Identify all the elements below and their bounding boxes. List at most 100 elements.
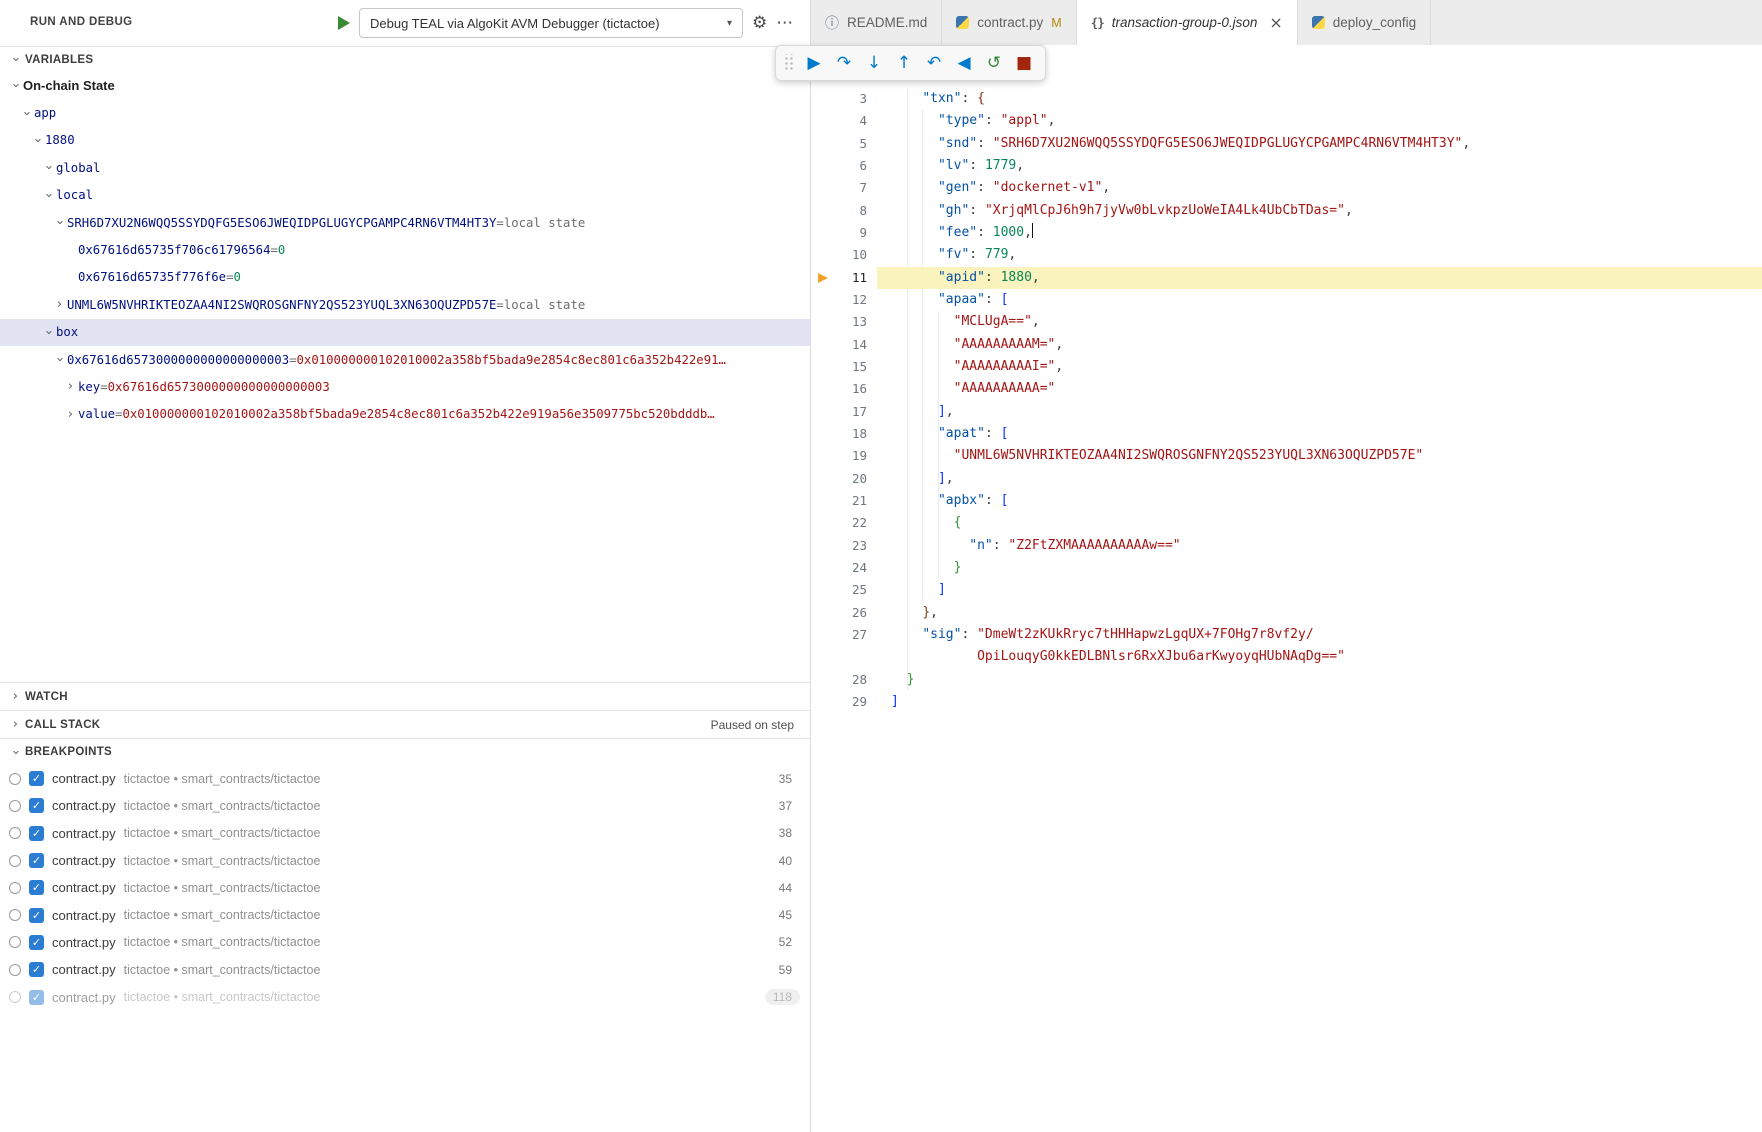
chevron-down-icon[interactable]: › bbox=[8, 78, 23, 93]
line-number-gutter[interactable]: 18 bbox=[811, 423, 867, 445]
code-line[interactable]: 23 "n": "Z2FtZXMAAAAAAAAAAw==" bbox=[811, 535, 1762, 557]
line-number-gutter[interactable]: 27 bbox=[811, 624, 867, 646]
line-number-gutter[interactable]: 13 bbox=[811, 311, 867, 333]
code-line[interactable]: 14 "AAAAAAAAAM=", bbox=[811, 334, 1762, 356]
code-line[interactable]: 18 "apat": [ bbox=[811, 423, 1762, 445]
debug-config-dropdown[interactable]: Debug TEAL via AlgoKit AVM Debugger (tic… bbox=[359, 8, 743, 38]
step-into-button[interactable]: ↓ bbox=[860, 49, 888, 77]
code-line[interactable]: 13 "MCLUgA==", bbox=[811, 311, 1762, 333]
code-line[interactable]: 26 }, bbox=[811, 602, 1762, 624]
call-stack-section-header[interactable]: › CALL STACK Paused on step bbox=[0, 710, 810, 738]
more-actions-icon[interactable]: ⋯ bbox=[776, 13, 794, 33]
line-number-gutter[interactable]: 14 bbox=[811, 334, 867, 356]
variables-tree-item[interactable]: ›0x67616d6573000000000000000003 = 0x0100… bbox=[0, 346, 810, 373]
line-number-gutter[interactable]: 6 bbox=[811, 155, 867, 177]
variables-tree-item[interactable]: ›1880 bbox=[0, 127, 810, 154]
step-over-button[interactable]: ↷ bbox=[830, 49, 858, 77]
variables-tree-item[interactable]: ›box bbox=[0, 319, 810, 346]
breakpoint-checkbox[interactable]: ✓ bbox=[29, 908, 44, 923]
variables-tree-item[interactable]: ›value = 0x010000000102010002a358bf5bada… bbox=[0, 401, 810, 428]
chevron-down-icon[interactable]: › bbox=[41, 325, 56, 340]
drag-handle[interactable] bbox=[783, 54, 795, 72]
breakpoint-row[interactable]: ✓contract.pytictactoe • smart_contracts/… bbox=[0, 929, 810, 956]
variables-section-header[interactable]: › VARIABLES bbox=[0, 46, 810, 72]
variables-tree-item[interactable]: ›key = 0x67616d6573000000000000000003 bbox=[0, 373, 810, 400]
variables-tree-item[interactable]: ›SRH6D7XU2N6WQQ5SSYDQFG5ESO6JWEQIDPGLUGY… bbox=[0, 209, 810, 236]
breakpoint-row[interactable]: ✓contract.pytictactoe • smart_contracts/… bbox=[0, 901, 810, 928]
tab-contract-py[interactable]: contract.pyM bbox=[942, 0, 1076, 45]
line-number-gutter[interactable]: 19 bbox=[811, 445, 867, 467]
line-number-gutter[interactable]: 23 bbox=[811, 535, 867, 557]
breakpoint-checkbox[interactable]: ✓ bbox=[29, 935, 44, 950]
step-back-button[interactable]: ↶ bbox=[920, 49, 948, 77]
close-icon[interactable]: × bbox=[1269, 13, 1282, 32]
breakpoints-section-header[interactable]: › BREAKPOINTS bbox=[0, 738, 810, 765]
code-line[interactable]: 12 "apaa": [ bbox=[811, 289, 1762, 311]
breakpoint-checkbox[interactable]: ✓ bbox=[29, 826, 44, 841]
reverse-continue-button[interactable]: ◀ bbox=[950, 49, 978, 77]
code-line[interactable]: 20 ], bbox=[811, 468, 1762, 490]
breakpoint-checkbox[interactable]: ✓ bbox=[29, 771, 44, 786]
code-line[interactable]: 9 "fee": 1000, bbox=[811, 222, 1762, 244]
code-line[interactable]: 22 { bbox=[811, 512, 1762, 534]
code-line[interactable]: 21 "apbx": [ bbox=[811, 490, 1762, 512]
tab-deploy-config[interactable]: deploy_config bbox=[1298, 0, 1431, 45]
breakpoint-checkbox[interactable]: ✓ bbox=[29, 962, 44, 977]
line-number-gutter[interactable]: 25 bbox=[811, 579, 867, 601]
code-line[interactable]: 16 "AAAAAAAAAA=" bbox=[811, 378, 1762, 400]
tab-readme-md[interactable]: ⓘREADME.md bbox=[811, 0, 942, 45]
chevron-right-icon[interactable]: › bbox=[52, 297, 67, 312]
breakpoint-row[interactable]: ✓contract.pytictactoe • smart_contracts/… bbox=[0, 847, 810, 874]
chevron-down-icon[interactable]: › bbox=[52, 352, 67, 367]
breakpoint-row[interactable]: ✓contract.pytictactoe • smart_contracts/… bbox=[0, 820, 810, 847]
code-line[interactable]: 28 } bbox=[811, 669, 1762, 691]
variables-tree-item[interactable]: ›0x67616d65735f776f6e = 0 bbox=[0, 264, 810, 291]
variables-tree-item[interactable]: ›local bbox=[0, 182, 810, 209]
breakpoint-row[interactable]: ✓contract.pytictactoe • smart_contracts/… bbox=[0, 874, 810, 901]
line-number-gutter[interactable]: 12 bbox=[811, 289, 867, 311]
code-line[interactable]: OpiLouqyG0kkEDLBNlsr6RxXJbu6arKwyoyqHUbN… bbox=[811, 646, 1762, 668]
line-number-gutter[interactable]: 17 bbox=[811, 401, 867, 423]
code-line[interactable]: 19 "UNML6W5NVHRIKTEOZAA4NI2SWQROSGNFNY2Q… bbox=[811, 445, 1762, 467]
line-number-gutter[interactable]: 29 bbox=[811, 691, 867, 713]
breakpoint-row[interactable]: ✓contract.pytictactoe • smart_contracts/… bbox=[0, 983, 810, 1010]
line-number-gutter[interactable]: 26 bbox=[811, 602, 867, 624]
chevron-right-icon[interactable]: › bbox=[63, 407, 78, 422]
line-number-gutter[interactable]: 5 bbox=[811, 133, 867, 155]
line-number-gutter[interactable]: 20 bbox=[811, 468, 867, 490]
code-line[interactable]: 5 "snd": "SRH6D7XU2N6WQQ5SSYDQFG5ESO6JWE… bbox=[811, 133, 1762, 155]
tab-transaction-group-0-json[interactable]: {}transaction-group-0.json× bbox=[1077, 0, 1298, 45]
code-line[interactable]: 29] bbox=[811, 691, 1762, 713]
line-number-gutter[interactable]: 15 bbox=[811, 356, 867, 378]
breakpoint-checkbox[interactable]: ✓ bbox=[29, 853, 44, 868]
variables-tree-item[interactable]: ›UNML6W5NVHRIKTEOZAA4NI2SWQROSGNFNY2QS52… bbox=[0, 291, 810, 318]
breakpoint-checkbox[interactable]: ✓ bbox=[29, 880, 44, 895]
line-number-gutter[interactable]: 21 bbox=[811, 490, 867, 512]
chevron-right-icon[interactable]: › bbox=[63, 379, 78, 394]
line-number-gutter[interactable]: 16 bbox=[811, 378, 867, 400]
watch-section-header[interactable]: › WATCH bbox=[0, 682, 810, 710]
chevron-down-icon[interactable]: › bbox=[30, 133, 45, 148]
code-line[interactable]: 25 ] bbox=[811, 579, 1762, 601]
variables-tree-item[interactable]: ›0x67616d65735f706c61796564 = 0 bbox=[0, 236, 810, 263]
line-number-gutter[interactable]: 10 bbox=[811, 244, 867, 266]
code-line[interactable]: 3 "txn": { bbox=[811, 88, 1762, 110]
chevron-down-icon[interactable]: › bbox=[19, 106, 34, 121]
breakpoint-checkbox[interactable]: ✓ bbox=[29, 798, 44, 813]
variables-tree-item[interactable]: ›app bbox=[0, 99, 810, 126]
breakpoint-row[interactable]: ✓contract.pytictactoe • smart_contracts/… bbox=[0, 956, 810, 983]
breakpoint-row[interactable]: ✓contract.pytictactoe • smart_contracts/… bbox=[0, 792, 810, 819]
chevron-down-icon[interactable]: › bbox=[41, 188, 56, 203]
code-line[interactable]: 10 "fv": 779, bbox=[811, 244, 1762, 266]
line-number-gutter[interactable]: 3 bbox=[811, 88, 867, 110]
variables-tree-item[interactable]: ›global bbox=[0, 154, 810, 181]
line-number-gutter[interactable]: 24 bbox=[811, 557, 867, 579]
code-line[interactable]: 4 "type": "appl", bbox=[811, 110, 1762, 132]
continue-button[interactable]: ▶ bbox=[800, 49, 828, 77]
breakpoint-row[interactable]: ✓contract.pytictactoe • smart_contracts/… bbox=[0, 765, 810, 792]
sidebar-editor-divider[interactable] bbox=[810, 0, 811, 1132]
restart-button[interactable]: ↺ bbox=[980, 49, 1008, 77]
code-line[interactable]: 8 "gh": "XrjqMlCpJ6h9h7jyVw0bLvkpzUoWeIA… bbox=[811, 200, 1762, 222]
line-number-gutter[interactable]: 7 bbox=[811, 177, 867, 199]
code-line[interactable]: 11 "apid": 1880, bbox=[811, 267, 1762, 289]
